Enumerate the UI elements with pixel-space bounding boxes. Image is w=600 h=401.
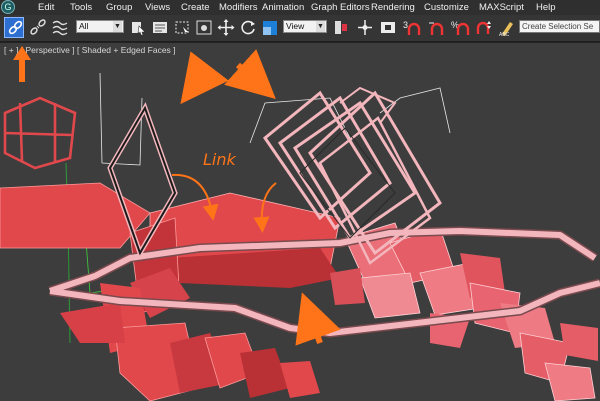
select-object-button[interactable] xyxy=(128,17,148,38)
window-crossing-button[interactable] xyxy=(194,17,214,38)
menu-bar: G Edit Tools Group Views Create Modifier… xyxy=(0,0,600,16)
menu-group[interactable]: Group xyxy=(106,2,132,13)
pink-shard-cluster xyxy=(330,222,598,401)
rectangle-region-icon xyxy=(175,21,189,34)
unlink-button[interactable] xyxy=(28,17,48,38)
menu-views[interactable]: Views xyxy=(145,2,170,13)
reference-coordinate-value: View xyxy=(286,21,305,31)
select-and-link-icon xyxy=(8,20,23,35)
edit-named-sets-icon: ABC xyxy=(499,22,513,38)
rotate-button[interactable] xyxy=(238,17,258,38)
window-crossing-icon xyxy=(196,20,212,35)
spinner-snap-button[interactable] xyxy=(474,17,494,38)
snap-3d-button[interactable]: 3 xyxy=(402,17,422,38)
keyboard-shortcut-icon xyxy=(381,22,395,33)
pivot-center-button[interactable] xyxy=(331,17,351,38)
bind-space-warp-icon xyxy=(52,20,68,36)
move-icon xyxy=(217,19,235,36)
angle-snap-icon xyxy=(429,22,444,35)
scale-icon xyxy=(263,21,277,35)
reference-coordinate-dropdown[interactable]: View ▼ xyxy=(283,20,327,33)
select-object-icon xyxy=(132,22,146,36)
angle-snap-button[interactable] xyxy=(426,17,446,38)
menu-animation[interactable]: Animation xyxy=(262,2,304,13)
menu-edit[interactable]: Edit xyxy=(38,2,54,13)
manipulate-icon xyxy=(358,20,372,35)
svg-text:3: 3 xyxy=(403,20,408,30)
scale-button[interactable] xyxy=(260,17,280,38)
menu-graph-editors[interactable]: Graph Editors xyxy=(311,2,370,13)
main-toolbar: All ▼ View ▼ 3 % ABC Create Selection Se xyxy=(0,15,600,42)
toolbar-pointer-arrow xyxy=(13,46,31,82)
move-button[interactable] xyxy=(216,17,236,38)
create-selection-set-input[interactable]: Create Selection Se xyxy=(519,20,600,33)
chevron-down-icon: ▼ xyxy=(316,21,325,32)
link-annotation-label: Link xyxy=(203,150,237,169)
select-and-link-button[interactable] xyxy=(4,17,24,38)
scene-canvas: Link xyxy=(0,49,600,401)
perspective-viewport[interactable]: Link [ + ] [ Perspective ] [ Shaded + Ed… xyxy=(0,42,600,401)
rotate-icon xyxy=(241,20,255,35)
app-logo-icon[interactable]: G xyxy=(1,0,15,14)
edit-named-sets-button[interactable]: ABC xyxy=(497,17,517,38)
select-by-name-icon xyxy=(153,22,167,33)
selection-filter-dropdown[interactable]: All ▼ xyxy=(76,20,124,33)
bind-space-warp-button[interactable] xyxy=(50,17,70,38)
pivot-icon xyxy=(335,21,347,34)
menu-tools[interactable]: Tools xyxy=(70,2,92,13)
percent-snap-icon: % xyxy=(451,20,470,35)
left-wire-cube xyxy=(3,96,77,170)
keyboard-shortcut-button[interactable] xyxy=(378,17,398,38)
rectangle-region-button[interactable] xyxy=(172,17,192,38)
snap-3d-icon: 3 xyxy=(403,20,421,35)
select-by-name-button[interactable] xyxy=(150,17,170,38)
chevron-down-icon: ▼ xyxy=(113,21,122,32)
select-and-manipulate-button[interactable] xyxy=(355,17,375,38)
spinner-snap-icon xyxy=(476,21,491,34)
selection-filter-value: All xyxy=(79,21,89,31)
unlink-icon xyxy=(30,19,46,35)
menu-modifiers[interactable]: Modifiers xyxy=(219,2,258,13)
menu-maxscript[interactable]: MAXScript xyxy=(479,2,524,13)
menu-create[interactable]: Create xyxy=(181,2,210,13)
percent-snap-button[interactable]: % xyxy=(450,17,470,38)
menu-help[interactable]: Help xyxy=(536,2,556,13)
svg-text:ABC: ABC xyxy=(499,32,510,38)
menu-customize[interactable]: Customize xyxy=(424,2,469,13)
menu-rendering[interactable]: Rendering xyxy=(371,2,415,13)
